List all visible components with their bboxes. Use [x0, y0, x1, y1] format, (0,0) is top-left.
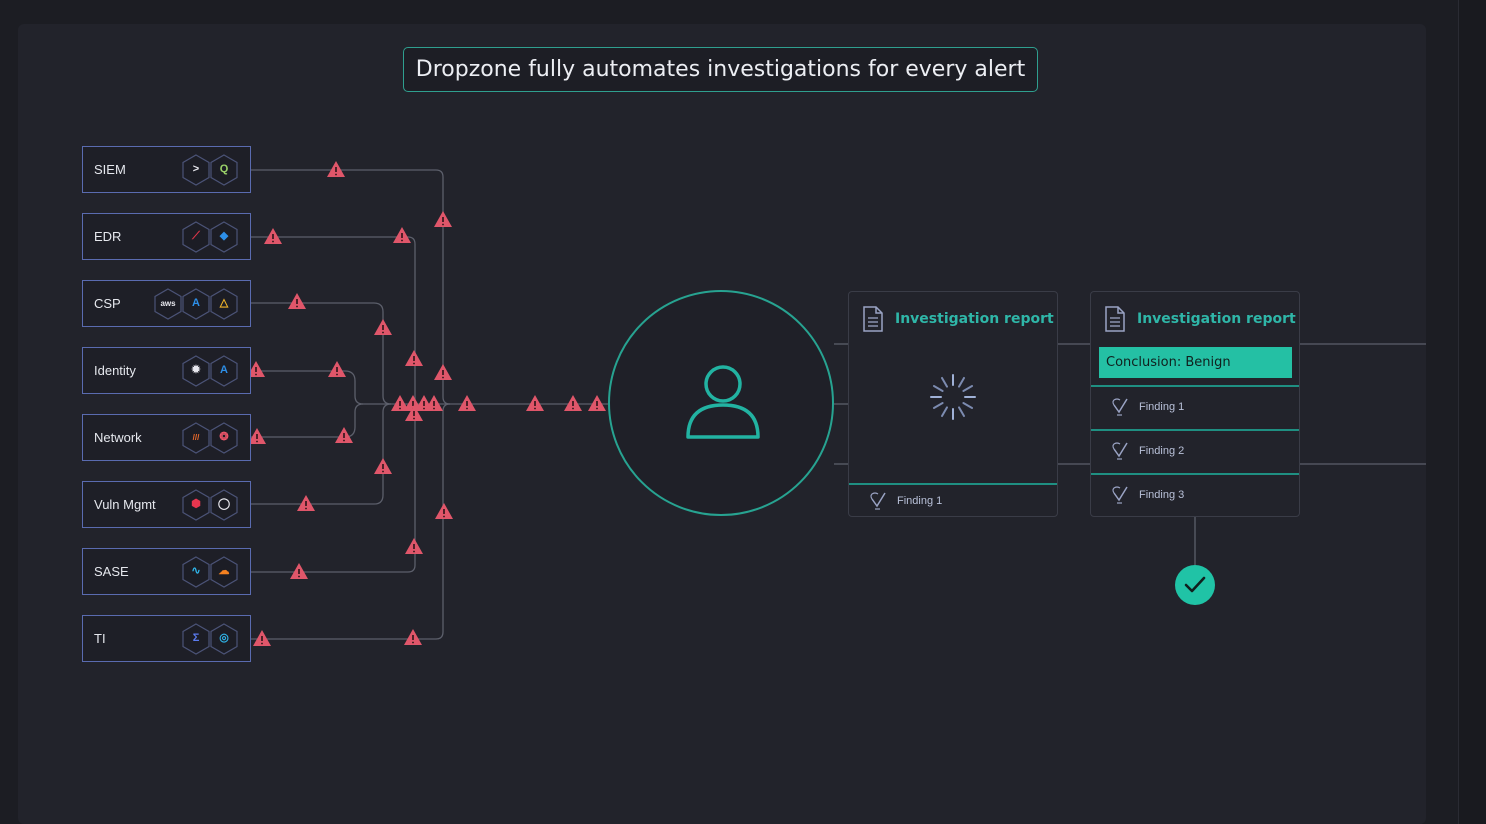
source-label: EDR	[94, 229, 122, 244]
azure-ad-icon: A	[210, 354, 238, 387]
dropzone-agent	[608, 290, 834, 516]
source-edr: EDR ⟋ ◆	[82, 213, 251, 260]
report-title: Investigation report	[1137, 311, 1296, 327]
logo-group: > Q	[182, 153, 238, 186]
alert-icon	[405, 350, 423, 366]
logo-group: ∿ ☁	[182, 555, 238, 588]
source-label: Vuln Mgmt	[94, 497, 156, 512]
alert-icon	[374, 319, 392, 335]
alert-icon	[434, 211, 452, 227]
alert-icon	[404, 629, 422, 645]
crowdstrike-icon: ⟋	[182, 220, 210, 253]
zscaler-icon: ∿	[182, 555, 210, 588]
finding-row: Finding 1	[849, 483, 1057, 516]
gcp-icon: △	[210, 287, 238, 320]
source-label: SASE	[94, 564, 129, 579]
report-title: Investigation report	[895, 311, 1054, 327]
finding-label: Finding 2	[1139, 445, 1185, 457]
source-label: CSP	[94, 296, 121, 311]
finding-label: Finding 3	[1139, 489, 1185, 501]
sigma-icon: Σ	[182, 622, 210, 655]
alert-icon	[588, 395, 606, 411]
logo-group: ✹ A	[182, 354, 238, 387]
source-sase: SASE ∿ ☁	[82, 548, 251, 595]
source-siem: SIEM > Q	[82, 146, 251, 193]
alert-icon	[526, 395, 544, 411]
defender-shield-icon: ◆	[210, 220, 238, 253]
qualys-icon: ◯	[210, 488, 238, 521]
source-ti: TI Σ ◎	[82, 615, 251, 662]
alert-icon	[328, 361, 346, 377]
finding-label: Finding 1	[897, 494, 943, 507]
connector-wire	[251, 403, 392, 505]
logo-group: ⬢ ◯	[182, 488, 238, 521]
source-vuln-mgmt: Vuln Mgmt ⬢ ◯	[82, 481, 251, 528]
cloudflare-icon: ☁	[210, 555, 238, 588]
alert-icon	[405, 538, 423, 554]
source-identity: Identity ✹ A	[82, 347, 251, 394]
alert-icon	[458, 395, 476, 411]
source-label: Identity	[94, 363, 136, 378]
alert-icon	[253, 630, 271, 646]
logo-group: ⟋ ◆	[182, 220, 238, 253]
logo-group: ///❂	[182, 421, 238, 454]
loading-spinner-icon	[930, 374, 976, 420]
alert-icon	[327, 161, 345, 177]
palo-alto-icon: ///	[182, 421, 210, 454]
alert-icon	[393, 227, 411, 243]
finding-check-icon	[1112, 398, 1128, 416]
source-csp: CSP aws A △	[82, 280, 251, 327]
alert-icon	[297, 495, 315, 511]
document-icon	[863, 306, 883, 332]
investigation-report-pending: Investigation report Finding 1	[848, 291, 1058, 517]
alert-icon	[434, 364, 452, 380]
finding-row: Finding 2	[1091, 429, 1299, 471]
alert-icon	[290, 563, 308, 579]
source-network: Network ///❂	[82, 414, 251, 461]
alert-icon	[564, 395, 582, 411]
logo-group: Σ ◎	[182, 622, 238, 655]
connector-wire	[251, 236, 416, 404]
conclusion-badge: Conclusion: Benign	[1099, 347, 1292, 378]
aws-icon: aws	[154, 287, 182, 320]
threat-intel-icon: ◎	[210, 622, 238, 655]
okta-icon: ✹	[182, 354, 210, 387]
investigation-report-complete: Investigation report Conclusion: Benign …	[1090, 291, 1300, 517]
connector-wire	[251, 370, 364, 405]
finding-row: Finding 3	[1091, 473, 1299, 515]
source-label: Network	[94, 430, 142, 445]
checkmark-icon	[1175, 565, 1215, 605]
finding-check-icon	[1112, 442, 1128, 460]
finding-check-icon	[870, 491, 886, 510]
alert-icon	[288, 293, 306, 309]
document-icon	[1105, 306, 1125, 332]
connector-wire	[251, 302, 392, 405]
connector-wire	[251, 404, 416, 573]
connector-wire	[251, 169, 451, 405]
finding-label: Finding 1	[1139, 401, 1185, 413]
finding-row: Finding 1	[1091, 385, 1299, 427]
terminal-icon: >	[182, 153, 210, 186]
source-label: SIEM	[94, 162, 126, 177]
logo-group: aws A △	[154, 287, 238, 320]
finding-check-icon	[1112, 486, 1128, 504]
alert-icon	[264, 228, 282, 244]
user-icon	[686, 365, 760, 439]
alert-icon	[335, 427, 353, 443]
alert-icon	[435, 503, 453, 519]
alert-icon	[374, 458, 392, 474]
meraki-icon: ❂	[210, 421, 238, 454]
tenable-icon: ⬢	[182, 488, 210, 521]
qradar-icon: Q	[210, 153, 238, 186]
azure-icon: A	[182, 287, 210, 320]
source-label: TI	[94, 631, 106, 646]
